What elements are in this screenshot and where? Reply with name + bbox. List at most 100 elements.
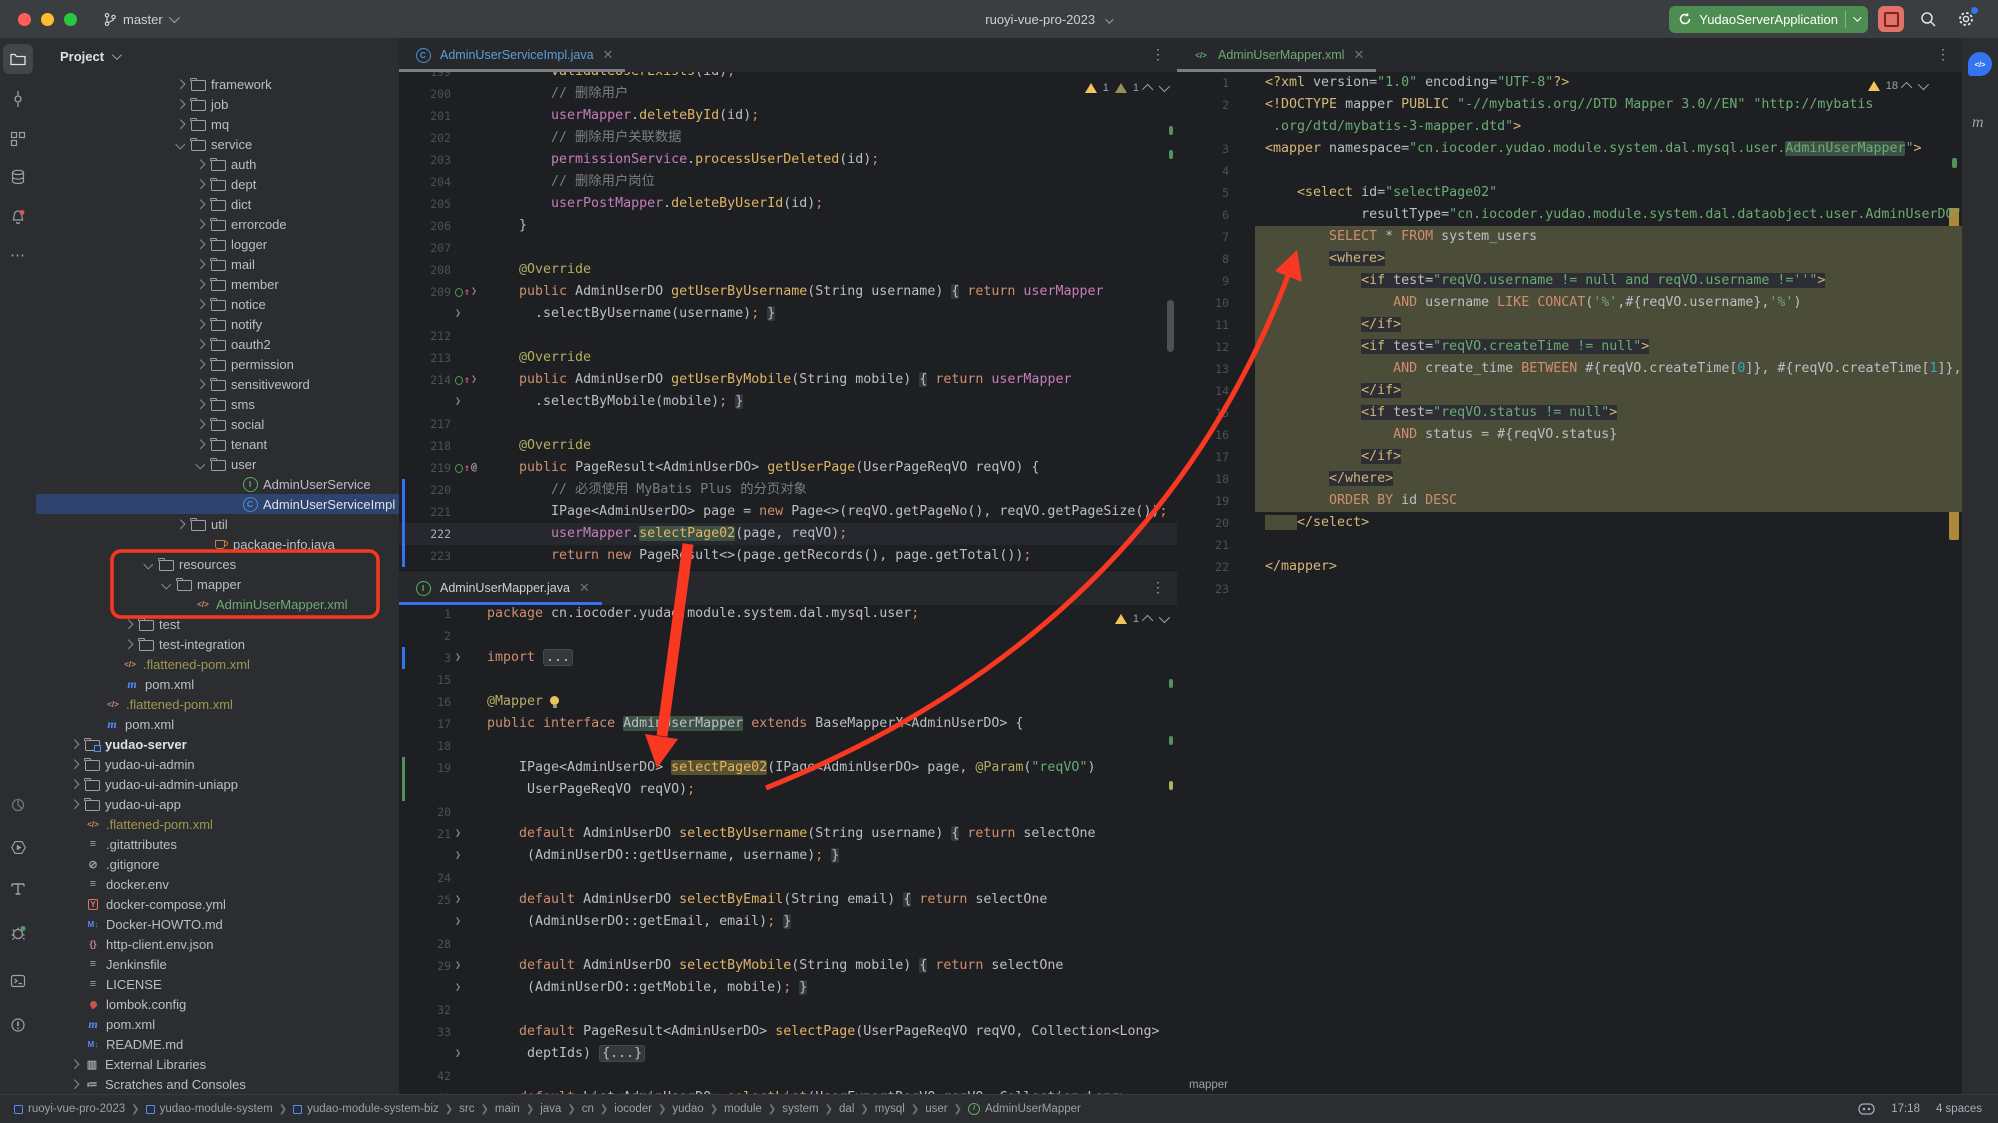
code-line[interactable]: ❯.selectByUsername(username); } (399, 303, 1177, 325)
fold-icon[interactable]: ❯ (455, 845, 461, 867)
inspections-widget[interactable]: 18 (1868, 80, 1926, 92)
chevron-right-icon[interactable] (66, 781, 82, 788)
code-line[interactable]: 19ORDER BY id DESC (1177, 490, 1962, 512)
code-line[interactable]: 220// 必须使用 MyBatis Plus 的分页对象 (399, 479, 1177, 501)
tree-item-dept[interactable]: dept (36, 174, 399, 194)
tree-item-mail[interactable]: mail (36, 254, 399, 274)
code-line[interactable]: 205userPostMapper.deleteByUserId(id); (399, 193, 1177, 215)
close-tab-icon[interactable]: ✕ (603, 47, 614, 63)
prev-problem-icon[interactable] (1901, 82, 1912, 93)
tree-item-auth[interactable]: auth (36, 154, 399, 174)
breadcrumb-item[interactable]: dal (839, 1103, 854, 1115)
tree-item--gitattributes[interactable]: ≡.gitattributes (36, 834, 399, 854)
tree-item-errorcode[interactable]: errorcode (36, 214, 399, 234)
tree-item-pom-xml[interactable]: mpom.xml (36, 1014, 399, 1034)
chevron-right-icon[interactable] (192, 301, 208, 308)
tree-item-yudao-ui-app[interactable]: yudao-ui-app (36, 794, 399, 814)
tree-item-oauth2[interactable]: oauth2 (36, 334, 399, 354)
code-line[interactable]: ❯.selectByMobile(mobile); } (399, 391, 1177, 413)
code-line[interactable]: 24 (399, 867, 1177, 889)
tree-item-license[interactable]: ≡LICENSE (36, 974, 399, 994)
code-line[interactable]: 219↑@public PageResult<AdminUserDO> getU… (399, 457, 1177, 479)
tree-item-http-client-env-json[interactable]: {}http-client.env.json (36, 934, 399, 954)
code-line[interactable]: 209↑❯public AdminUserDO getUserByUsernam… (399, 281, 1177, 303)
breadcrumb-item[interactable]: cn (582, 1103, 594, 1115)
tree-item--gitignore[interactable]: ⊘.gitignore (36, 854, 399, 874)
maximize-window-icon[interactable] (64, 13, 77, 26)
tree-item-member[interactable]: member (36, 274, 399, 294)
code-line[interactable]: 2<!DOCTYPE mapper PUBLIC "-//mybatis.org… (1177, 94, 1962, 116)
tree-item-yudao-ui-admin[interactable]: yudao-ui-admin (36, 754, 399, 774)
tree-item-permission[interactable]: permission (36, 354, 399, 374)
chevron-right-icon[interactable] (192, 341, 208, 348)
code-line[interactable]: ❯(AdminUserDO::getEmail, email); } (399, 911, 1177, 933)
notifications-bell-icon[interactable] (3, 202, 33, 232)
chevron-right-icon[interactable] (192, 241, 208, 248)
chevron-right-icon[interactable] (172, 81, 188, 88)
tree-item-notice[interactable]: notice (36, 294, 399, 314)
code-line[interactable]: 221IPage<AdminUserDO> page = new Page<>(… (399, 501, 1177, 523)
tree-item-scratches-and-consoles[interactable]: ≔Scratches and Consoles (36, 1074, 399, 1094)
code-line[interactable]: 17public interface AdminUserMapper exten… (399, 713, 1177, 735)
fold-icon[interactable]: ❯ (455, 823, 461, 845)
minimize-window-icon[interactable] (41, 13, 54, 26)
tree-item-docker-compose-yml[interactable]: Ydocker-compose.yml (36, 894, 399, 914)
code-line[interactable]: 3<mapper namespace="cn.iocoder.yudao.mod… (1177, 138, 1962, 160)
git-branch-widget[interactable]: master (103, 12, 177, 27)
chevron-right-icon[interactable] (192, 421, 208, 428)
chevron-right-icon[interactable] (192, 161, 208, 168)
code-line[interactable]: 11</if> (1177, 314, 1962, 336)
stop-button[interactable] (1878, 6, 1904, 32)
code-line[interactable]: 32 (399, 999, 1177, 1021)
code-line[interactable]: 33default PageResult<AdminUserDO> select… (399, 1021, 1177, 1043)
tree-item--flattened-pom-xml[interactable]: </>.flattened-pom.xml (36, 814, 399, 834)
tab-options-kebab-icon[interactable]: ⋮ (1151, 46, 1165, 63)
tree-item-mq[interactable]: mq (36, 114, 399, 134)
run-configuration-button[interactable]: YudaoServerApplication (1669, 6, 1868, 33)
code-line[interactable]: 6resultType="cn.iocoder.yudao.module.sys… (1177, 204, 1962, 226)
problems-tool-icon[interactable] (3, 1010, 33, 1040)
code-line[interactable]: 22</mapper> (1177, 556, 1962, 578)
breadcrumb-item[interactable]: yudao-module-system-biz (293, 1103, 439, 1115)
code-line[interactable]: 223return new PageResult<>(page.getRecor… (399, 545, 1177, 567)
tree-item-readme-md[interactable]: M↓README.md (36, 1034, 399, 1054)
breadcrumb-item[interactable]: mysql (875, 1103, 905, 1115)
code-line[interactable]: 5<select id="selectPage02" (1177, 182, 1962, 204)
code-line[interactable]: 3❯import ... (399, 647, 1177, 669)
code-line[interactable]: 28 (399, 933, 1177, 955)
code-line[interactable]: 1package cn.iocoder.yudao.module.system.… (399, 605, 1177, 625)
tree-item-logger[interactable]: logger (36, 234, 399, 254)
build-tool-icon[interactable] (3, 874, 33, 904)
breadcrumb-item[interactable]: iocoder (614, 1103, 652, 1115)
code-line[interactable]: 14</if> (1177, 380, 1962, 402)
chevron-right-icon[interactable] (172, 521, 188, 528)
code-line[interactable]: 8<where> (1177, 248, 1962, 270)
code-line[interactable]: 21 (1177, 534, 1962, 556)
prev-problem-icon[interactable] (1142, 615, 1153, 626)
code-line[interactable]: 21❯default AdminUserDO selectByUsername(… (399, 823, 1177, 845)
code-line[interactable]: 212 (399, 325, 1177, 347)
tree-item-social[interactable]: social (36, 414, 399, 434)
tree-item-sms[interactable]: sms (36, 394, 399, 414)
terminal-tool-icon[interactable] (3, 966, 33, 996)
tree-item-resources[interactable]: resources (36, 554, 399, 574)
chevron-right-icon[interactable] (192, 221, 208, 228)
code-line[interactable]: ❯deptIds) {...} (399, 1043, 1177, 1065)
more-tools-icon[interactable]: ⋯ (3, 240, 33, 270)
breadcrumb-item[interactable]: main (495, 1103, 520, 1115)
tree-item-test-integration[interactable]: test-integration (36, 634, 399, 654)
chevron-right-icon[interactable] (192, 201, 208, 208)
code-line[interactable]: 25❯default AdminUserDO selectByEmail(Str… (399, 889, 1177, 911)
code-line[interactable]: 42 (399, 1065, 1177, 1087)
code-line[interactable]: 20 </select> (1177, 512, 1962, 534)
project-title[interactable]: ruoyi-vue-pro-2023 (938, 12, 1158, 27)
tree-item-jenkinsfile[interactable]: ≡Jenkinsfile (36, 954, 399, 974)
breadcrumb-item[interactable]: java (540, 1103, 561, 1115)
code-line[interactable]: 20 (399, 801, 1177, 823)
chevron-right-icon[interactable] (120, 641, 136, 648)
fold-icon[interactable]: ❯ (471, 369, 477, 391)
run-tool-icon[interactable] (3, 832, 33, 862)
code-line[interactable]: 16@Mapper (399, 691, 1177, 713)
tree-item-util[interactable]: util (36, 514, 399, 534)
code-line[interactable]: UserPageReqVO reqVO); (399, 779, 1177, 801)
